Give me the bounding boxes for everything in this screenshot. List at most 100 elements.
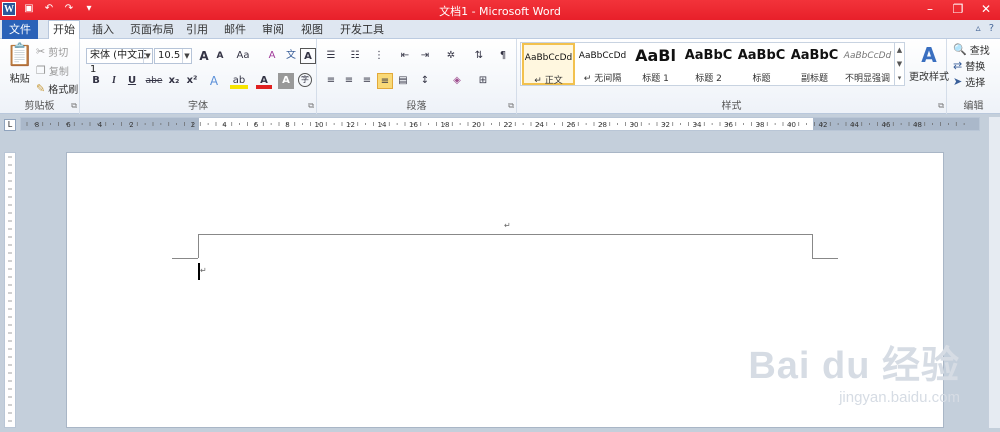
tab-developer[interactable]: 开发工具 — [336, 21, 388, 39]
style-no-spacing[interactable]: AaBbCcDd↵ 无间隔 — [576, 43, 629, 85]
bold-button[interactable]: B — [88, 73, 104, 89]
scroll-up-icon[interactable]: ▲ — [895, 43, 904, 57]
find-button[interactable]: 🔍查找 — [953, 42, 990, 57]
style-heading-1[interactable]: AaBl标题 1 — [629, 43, 682, 85]
more-icon[interactable]: ▾ — [895, 71, 904, 85]
ruler-ticks: 8642246810121416182022242628303234363840… — [21, 118, 979, 130]
ruler-label: 26 — [567, 121, 576, 129]
font-name-value: 宋体 (中文正1 — [90, 50, 147, 75]
style-normal[interactable]: AaBbCcDd↵ 正文 — [522, 43, 575, 85]
ruler-label: 2 — [129, 121, 133, 129]
chinese-layout-icon[interactable]: ✲ — [443, 48, 459, 64]
style-subtle-emphasis[interactable]: AaBbCcDd不明显强调 — [841, 43, 894, 85]
tab-review[interactable]: 审阅 — [258, 21, 288, 39]
increase-indent-icon[interactable]: ⇥ — [417, 48, 433, 64]
close-icon[interactable]: ✕ — [972, 0, 1000, 20]
strikethrough-button[interactable]: abe — [144, 73, 164, 89]
align-center-icon[interactable]: ≡ — [341, 73, 357, 89]
tab-selector[interactable]: L — [4, 119, 16, 131]
tab-insert[interactable]: 插入 — [88, 21, 118, 39]
font-color-button[interactable]: A — [256, 73, 272, 89]
tab-home[interactable]: 开始 — [48, 20, 80, 40]
tab-mailings[interactable]: 邮件 — [220, 21, 250, 39]
find-icon: 🔍 — [953, 43, 967, 56]
underline-button[interactable]: U — [124, 73, 140, 89]
ruler-label: 42 — [819, 121, 828, 129]
line-spacing-icon[interactable]: ↕ — [417, 73, 433, 89]
align-left-icon[interactable]: ≡ — [323, 73, 339, 89]
editing-group: 🔍查找 ⇄替换 ➤选择 编辑 — [947, 39, 1000, 114]
cut-button[interactable]: ✂剪切 — [36, 44, 68, 59]
change-styles-button[interactable]: A 更改样式 — [909, 43, 949, 83]
tab-file[interactable]: 文件 — [2, 20, 38, 39]
bullets-icon[interactable]: ☰ — [323, 48, 339, 64]
restore-icon[interactable]: ❐ — [944, 0, 972, 20]
style-preview: AaBbC — [735, 48, 788, 63]
scroll-down-icon[interactable]: ▼ — [895, 57, 904, 71]
dialog-launcher-icon[interactable]: ⧉ — [308, 101, 314, 111]
grow-font-button[interactable]: A — [196, 48, 212, 64]
ribbon-tabs: 文件 开始 插入 页面布局 引用 邮件 审阅 视图 开发工具 ▵ ? — [0, 20, 1000, 39]
ruler-label: 8 — [285, 121, 289, 129]
style-preview: AaBbC — [788, 48, 841, 63]
subscript-button[interactable]: x₂ — [166, 73, 182, 89]
minimize-ribbon-icon[interactable]: ▵ — [976, 23, 981, 34]
ruler-label: 30 — [630, 121, 639, 129]
superscript-button[interactable]: x² — [184, 73, 200, 89]
dialog-launcher-icon[interactable]: ⧉ — [938, 101, 944, 111]
font-name-select[interactable]: 宋体 (中文正1▼ — [86, 48, 153, 64]
format-painter-label: 格式刷 — [48, 81, 78, 96]
horizontal-ruler[interactable]: 8642246810121416182022242628303234363840… — [20, 117, 980, 131]
text-cursor — [198, 263, 200, 280]
dialog-launcher-icon[interactable]: ⧉ — [71, 101, 77, 111]
paste-button[interactable]: 📋 粘贴 — [6, 43, 33, 85]
tab-page-layout[interactable]: 页面布局 — [126, 21, 178, 39]
char-shading-button[interactable]: A — [278, 73, 294, 89]
style-title[interactable]: AaBbC标题 — [735, 43, 788, 85]
header-border-line — [198, 234, 812, 235]
italic-button[interactable]: I — [106, 73, 122, 89]
shrink-font-button[interactable]: A — [212, 48, 228, 64]
minimize-icon[interactable]: – — [916, 0, 944, 20]
tab-references[interactable]: 引用 — [182, 21, 212, 39]
select-button[interactable]: ➤选择 — [953, 74, 985, 89]
tab-view[interactable]: 视图 — [297, 21, 327, 39]
cut-label: 剪切 — [48, 44, 68, 59]
numbering-icon[interactable]: ☷ — [347, 48, 363, 64]
ruler-label: 6 — [254, 121, 259, 129]
align-right-icon[interactable]: ≡ — [359, 73, 375, 89]
enclose-char-button[interactable]: 字 — [298, 73, 312, 87]
vertical-ruler[interactable] — [4, 152, 16, 428]
help-icon[interactable]: ? — [989, 23, 994, 34]
brush-icon: ✎ — [36, 82, 45, 95]
style-preview: AaBbCcDd — [576, 51, 629, 61]
ruler-label: 32 — [661, 121, 670, 129]
format-painter-button[interactable]: ✎格式刷 — [36, 81, 78, 96]
change-case-button[interactable]: Aa — [232, 48, 254, 64]
styles-group-label: 样式 — [517, 97, 946, 112]
font-size-select[interactable]: 10.5▼ — [154, 48, 192, 64]
shading-icon[interactable]: ◈ — [449, 73, 465, 89]
highlight-button[interactable]: ab — [230, 73, 248, 89]
copy-label: 复制 — [49, 63, 69, 78]
clear-format-button[interactable]: A — [264, 48, 280, 64]
replace-button[interactable]: ⇄替换 — [953, 58, 985, 73]
text-effects-button[interactable]: A — [206, 73, 222, 89]
font-group-label: 字体 — [80, 97, 316, 112]
ruler-label: 14 — [378, 121, 387, 129]
sort-icon[interactable]: ⇅ — [471, 48, 487, 64]
copy-button[interactable]: ❐复制 — [36, 63, 69, 78]
phonetic-button[interactable]: 文 — [283, 48, 299, 64]
distributed-icon[interactable]: ▤ — [395, 73, 411, 89]
style-subtitle[interactable]: AaBbC副标题 — [788, 43, 841, 85]
borders-icon[interactable]: ⊞ — [475, 73, 491, 89]
vertical-scrollbar[interactable] — [988, 117, 1000, 428]
multilevel-list-icon[interactable]: ⋮ — [371, 48, 387, 64]
justify-icon[interactable]: ≡ — [377, 73, 393, 89]
show-marks-icon[interactable]: ¶ — [495, 48, 511, 64]
char-border-button[interactable]: A — [300, 48, 316, 64]
styles-scroll[interactable]: ▲▼▾ — [894, 43, 904, 85]
decrease-indent-icon[interactable]: ⇤ — [397, 48, 413, 64]
dialog-launcher-icon[interactable]: ⧉ — [508, 101, 514, 111]
style-heading-2[interactable]: AaBbC标题 2 — [682, 43, 735, 85]
